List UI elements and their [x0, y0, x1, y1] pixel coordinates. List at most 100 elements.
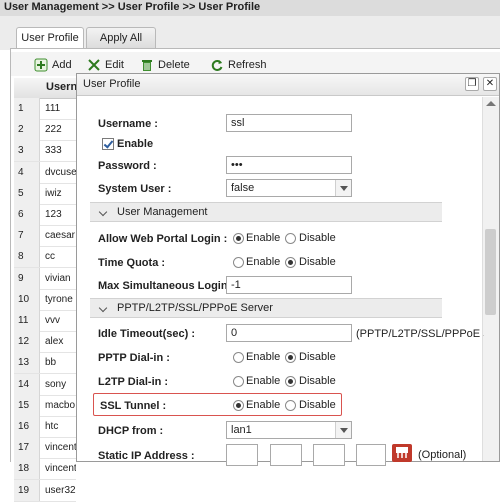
allow-web-disable-label: Disable — [299, 232, 336, 244]
scroll-thumb[interactable] — [485, 229, 496, 315]
system-user-label: System User : — [98, 183, 172, 195]
table-row[interactable]: 12 alex — [14, 331, 76, 354]
table-row[interactable]: 8 cc — [14, 246, 76, 269]
row-username: cc — [45, 251, 55, 263]
restore-icon[interactable]: ❐ — [465, 77, 479, 91]
allow-web-enable-radio[interactable] — [233, 233, 244, 244]
static-ip-octet-2[interactable] — [270, 444, 302, 466]
system-user-select[interactable]: false — [226, 179, 352, 197]
idle-timeout-note: (PPTP/L2TP/SSL/PPPoE Serve — [356, 328, 484, 340]
table-row[interactable]: 6 123 — [14, 204, 76, 226]
section-vpn-server[interactable]: PPTP/L2TP/SSL/PPPoE Server — [90, 298, 442, 318]
tab-user-profile[interactable]: User Profile — [16, 27, 84, 48]
dhcp-from-label: DHCP from : — [98, 425, 164, 437]
table-row[interactable]: 14 sony — [14, 373, 76, 396]
row-username: vivian — [45, 272, 71, 284]
password-input[interactable]: ••• — [226, 156, 352, 174]
static-ip-octet-1[interactable] — [226, 444, 258, 466]
enable-checkbox[interactable] — [102, 138, 114, 150]
section-user-management-title: User Management — [117, 206, 208, 218]
time-quota-disable-label: Disable — [299, 256, 336, 268]
ssl-enable-radio[interactable] — [233, 400, 244, 411]
row-username: macbo — [45, 399, 76, 411]
row-number: 2 — [14, 119, 40, 141]
table-row[interactable]: 10 tyrone — [14, 288, 76, 311]
row-username: dvcuse — [45, 166, 76, 178]
delete-button-label: Delete — [158, 59, 190, 71]
table-row[interactable]: 15 macbo — [14, 394, 76, 417]
row-username: iwiz — [45, 187, 62, 199]
time-quota-enable-label: Enable — [246, 256, 281, 268]
column-username-header[interactable]: Usern — [46, 81, 77, 93]
row-number: 15 — [14, 394, 40, 416]
idle-timeout-input[interactable]: 0 — [226, 324, 352, 342]
close-icon[interactable]: ✕ — [483, 77, 497, 91]
row-number: 1 — [14, 98, 40, 119]
row-number: 9 — [14, 267, 40, 289]
time-quota-disable-radio[interactable] — [285, 257, 296, 268]
refresh-button-label: Refresh — [228, 59, 267, 71]
pptp-enable-label: Enable — [246, 351, 281, 363]
chevron-down-icon — [335, 422, 351, 438]
l2tp-dial-in-label: L2TP Dial-in : — [98, 376, 169, 388]
ssl-disable-radio[interactable] — [285, 400, 296, 411]
static-ip-octet-3[interactable] — [313, 444, 345, 466]
section-user-management[interactable]: User Management — [90, 202, 442, 222]
row-username: vvv — [45, 315, 60, 326]
table-row[interactable]: 3 333 — [14, 140, 76, 163]
row-number: 19 — [14, 479, 40, 501]
table-row[interactable]: 17 vincent — [14, 437, 76, 460]
row-number: 7 — [14, 225, 40, 247]
user-table: Usern 1 111 2 222 3 333 4 dvcuse 5 iwiz 6 123 7 caesa… — [14, 78, 77, 502]
chevron-down-icon — [98, 303, 108, 313]
table-row[interactable]: 13 bb — [14, 352, 76, 375]
dialog-scrollbar[interactable] — [482, 97, 499, 461]
row-number: 12 — [14, 331, 40, 353]
l2tp-enable-radio[interactable] — [233, 376, 244, 387]
ip-picker-icon[interactable] — [392, 444, 412, 462]
max-simultaneous-login-input[interactable]: -1 — [226, 276, 352, 294]
table-row[interactable]: 9 vivian — [14, 267, 76, 290]
table-row[interactable]: 4 dvcuse — [14, 161, 76, 184]
row-username: vincent — [45, 442, 76, 454]
network-icon — [396, 447, 408, 458]
add-button[interactable]: Add — [34, 57, 72, 73]
table-row[interactable]: 16 htc — [14, 416, 76, 438]
table-row[interactable]: 19 user32 — [14, 479, 76, 502]
dhcp-from-select[interactable]: lan1 — [226, 421, 352, 439]
allow-web-disable-radio[interactable] — [285, 233, 296, 244]
tab-apply-all[interactable]: Apply All — [86, 27, 156, 48]
row-number: 8 — [14, 246, 40, 268]
table-row[interactable]: 5 iwiz — [14, 182, 76, 205]
pptp-enable-radio[interactable] — [233, 352, 244, 363]
allow-web-enable-label: Enable — [246, 232, 281, 244]
row-number: 5 — [14, 182, 40, 204]
password-label: Password : — [98, 160, 157, 172]
row-number: 17 — [14, 437, 40, 459]
scroll-up-icon[interactable] — [486, 101, 496, 106]
row-number: 3 — [14, 140, 40, 162]
row-number: 4 — [14, 161, 40, 183]
delete-button[interactable]: Delete — [140, 57, 190, 73]
refresh-button[interactable]: Refresh — [210, 57, 267, 73]
username-input[interactable]: ssl — [226, 114, 352, 132]
l2tp-disable-radio[interactable] — [285, 376, 296, 387]
table-row[interactable]: 1 111 — [14, 98, 76, 120]
static-ip-optional-note: (Optional) — [418, 449, 467, 461]
l2tp-enable-label: Enable — [246, 375, 281, 387]
edit-button[interactable]: Edit — [87, 57, 124, 73]
table-row[interactable]: 7 caesar — [14, 225, 76, 248]
table-row[interactable]: 2 222 — [14, 119, 76, 142]
row-number: 14 — [14, 373, 40, 395]
table-row[interactable]: 11 vvv — [14, 310, 76, 332]
pptp-disable-radio[interactable] — [285, 352, 296, 363]
row-username: user32 — [45, 484, 76, 496]
dhcp-from-value: lan1 — [231, 424, 252, 436]
row-number: 10 — [14, 288, 40, 310]
row-username: alex — [45, 336, 64, 348]
row-number: 13 — [14, 352, 40, 374]
row-username: sony — [45, 378, 67, 390]
static-ip-octet-4[interactable] — [356, 444, 386, 466]
row-number: 6 — [14, 204, 40, 225]
time-quota-enable-radio[interactable] — [233, 257, 244, 268]
